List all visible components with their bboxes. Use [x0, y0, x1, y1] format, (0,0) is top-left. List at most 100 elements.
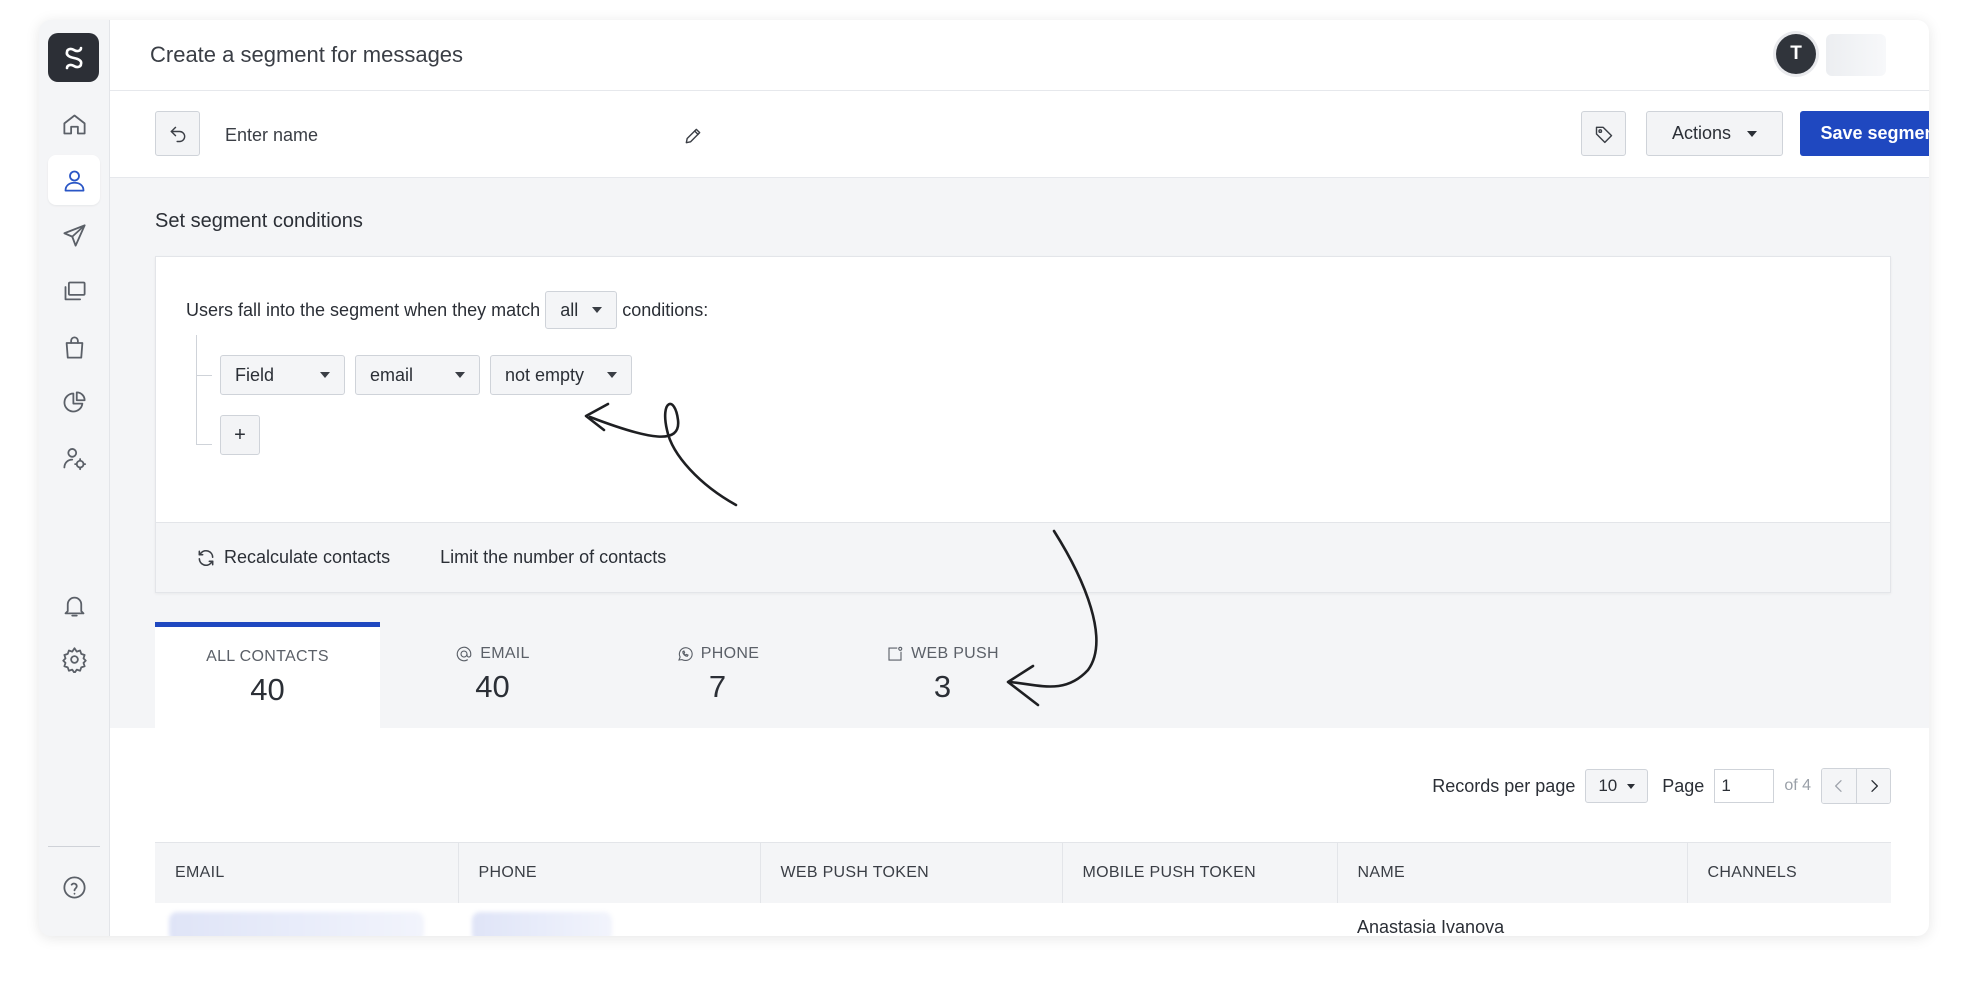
tab-count: 7 [708, 669, 727, 704]
match-mode-value: all [560, 299, 579, 320]
at-icon [456, 646, 472, 662]
bell-icon [64, 596, 84, 617]
condition-tree-line [196, 335, 212, 445]
page-total-label: of 4 [1784, 777, 1811, 794]
sidebar-item-user-settings[interactable] [48, 433, 100, 483]
account-name[interactable] [1826, 34, 1886, 76]
column-header-channels[interactable]: CHANNELS [1687, 842, 1891, 903]
tag-icon [1595, 126, 1612, 143]
send-icon [62, 223, 86, 247]
tab-phone[interactable]: PHONE 7 [605, 622, 830, 728]
recalculate-button[interactable]: Recalculate contacts [196, 547, 390, 568]
tab-count: 40 [250, 671, 285, 707]
match-mode-select[interactable]: all [545, 291, 618, 329]
tab-count: 40 [475, 669, 510, 704]
match-line: Users fall into the segment when they ma… [186, 291, 708, 329]
add-condition-button[interactable]: + [220, 415, 260, 455]
chevron-down-icon [1627, 783, 1636, 789]
next-page-button[interactable] [1856, 769, 1890, 803]
records-per-page-select[interactable]: 10 [1585, 769, 1649, 803]
tab-label: EMAIL [480, 645, 530, 662]
column-header-name[interactable]: NAME [1337, 842, 1688, 903]
chevron-down-icon [592, 307, 603, 313]
top-bar: Create a segment for messages T [110, 20, 1929, 91]
condition-type-select[interactable]: Field [220, 355, 345, 395]
shopping-bag-icon [65, 336, 83, 359]
tab-label: ALL CONTACTS [206, 647, 329, 665]
web-push-icon [888, 646, 903, 661]
tab-label-wrap: WEB PUSH [886, 645, 999, 663]
sidebar-item-analytics[interactable] [48, 377, 100, 427]
tag-button[interactable] [1581, 111, 1626, 156]
condition-field-select[interactable]: email [355, 355, 480, 395]
user-settings-icon [62, 447, 86, 470]
condition-row: Field email not empty [220, 355, 632, 395]
sidebar-item-settings[interactable] [48, 634, 100, 684]
refresh-icon [198, 549, 214, 566]
column-header-mobile-push-token[interactable]: MOBILE PUSH TOKEN [1062, 842, 1338, 903]
segment-name-input[interactable] [225, 115, 525, 155]
chevron-down-icon [320, 372, 330, 378]
column-header-web-push-token[interactable]: WEB PUSH TOKEN [760, 842, 1063, 903]
cell-mobile-push-token [1062, 902, 1337, 936]
sidebar-item-templates[interactable] [48, 266, 100, 316]
help-icon [62, 875, 86, 899]
tab-count: 3 [933, 669, 952, 704]
pagination: Records per page 10 Page of 4 [1432, 768, 1891, 804]
records-per-page-label: Records per page [1432, 775, 1576, 796]
avatar[interactable]: T [1776, 34, 1816, 74]
match-prefix: Users fall into the segment when they ma… [186, 299, 541, 320]
edit-name-icon[interactable] [683, 126, 703, 151]
sidebar-item-help[interactable] [48, 862, 100, 912]
chevron-down-icon [1747, 130, 1758, 137]
condition-type-value: Field [235, 364, 275, 385]
limit-contacts-label: Limit the number of contacts [440, 547, 667, 567]
app-logo[interactable] [48, 33, 99, 82]
chevron-down-icon [607, 372, 617, 378]
tab-web-push[interactable]: WEB PUSH 3 [830, 622, 1055, 728]
analytics-icon [63, 390, 86, 412]
condition-tree-tick [196, 375, 212, 376]
back-button[interactable] [155, 111, 200, 156]
prev-page-button[interactable] [1822, 769, 1856, 803]
home-icon [62, 114, 86, 134]
undo-icon [170, 126, 185, 142]
section-title: Set segment conditions [155, 210, 363, 232]
redacted-email [169, 912, 424, 936]
conditions-card: Users fall into the segment when they ma… [155, 256, 1891, 593]
tab-email[interactable]: EMAIL 40 [380, 622, 605, 728]
page-title: Create a segment for messages [150, 42, 464, 67]
sidebar-item-home[interactable] [48, 99, 100, 149]
condition-operator-select[interactable]: not empty [490, 355, 632, 395]
contacts-table: EMAIL PHONE WEB PUSH TOKEN MOBILE PUSH T… [155, 842, 1891, 936]
tab-label-wrap: PHONE [676, 645, 759, 663]
channel-tabs: ALL CONTACTS 40 EMAIL 40 PHONE 7 WEB PUS… [155, 622, 1055, 728]
logo-icon [65, 46, 82, 69]
sidebar-item-campaigns[interactable] [48, 210, 100, 260]
limit-contacts-button[interactable]: Limit the number of contacts [440, 547, 666, 568]
sidebar-item-contacts[interactable] [48, 155, 100, 205]
actions-dropdown[interactable]: Actions [1646, 111, 1783, 156]
recalculate-label: Recalculate contacts [224, 547, 391, 567]
sidebar-item-products[interactable] [48, 322, 100, 372]
records-per-page-value: 10 [1598, 776, 1618, 795]
gear-icon [61, 646, 87, 673]
column-header-phone[interactable]: PHONE [458, 842, 761, 903]
cell-phone [458, 902, 760, 936]
cell-web-push-token [760, 902, 1062, 936]
tab-all-contacts[interactable]: ALL CONTACTS 40 [155, 622, 380, 728]
page-number-input[interactable] [1714, 769, 1775, 803]
contacts-icon [64, 170, 84, 192]
chevron-left-icon [1835, 780, 1842, 792]
cell-email [155, 902, 458, 936]
column-header-email[interactable]: EMAIL [155, 842, 459, 903]
tab-label: PHONE [700, 645, 760, 662]
table-row[interactable]: Anastasia Ivanova [155, 902, 1891, 936]
sidebar-item-notifications[interactable] [48, 580, 100, 630]
chevron-down-icon [455, 372, 465, 378]
save-segment-button[interactable]: Save segment [1800, 111, 1929, 156]
tab-label-wrap: EMAIL [455, 645, 530, 663]
whatsapp-icon [677, 647, 693, 661]
sidebar [39, 20, 110, 936]
contacts-table-area: Records per page 10 Page of 4 EMAIL [110, 728, 1929, 936]
